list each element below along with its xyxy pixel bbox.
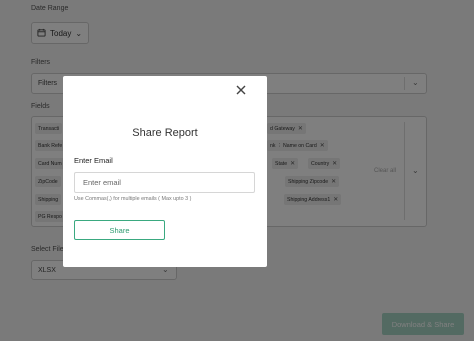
close-icon[interactable] bbox=[235, 83, 247, 95]
share-button[interactable]: Share bbox=[74, 220, 165, 240]
share-report-modal: Share Report Enter Email Use Commas(,) f… bbox=[63, 76, 267, 267]
email-hint: Use Commas(,) for multiple emails ( Max … bbox=[74, 196, 192, 202]
email-input[interactable] bbox=[74, 172, 255, 193]
email-label: Enter Email bbox=[74, 156, 113, 165]
modal-title: Share Report bbox=[132, 127, 198, 139]
